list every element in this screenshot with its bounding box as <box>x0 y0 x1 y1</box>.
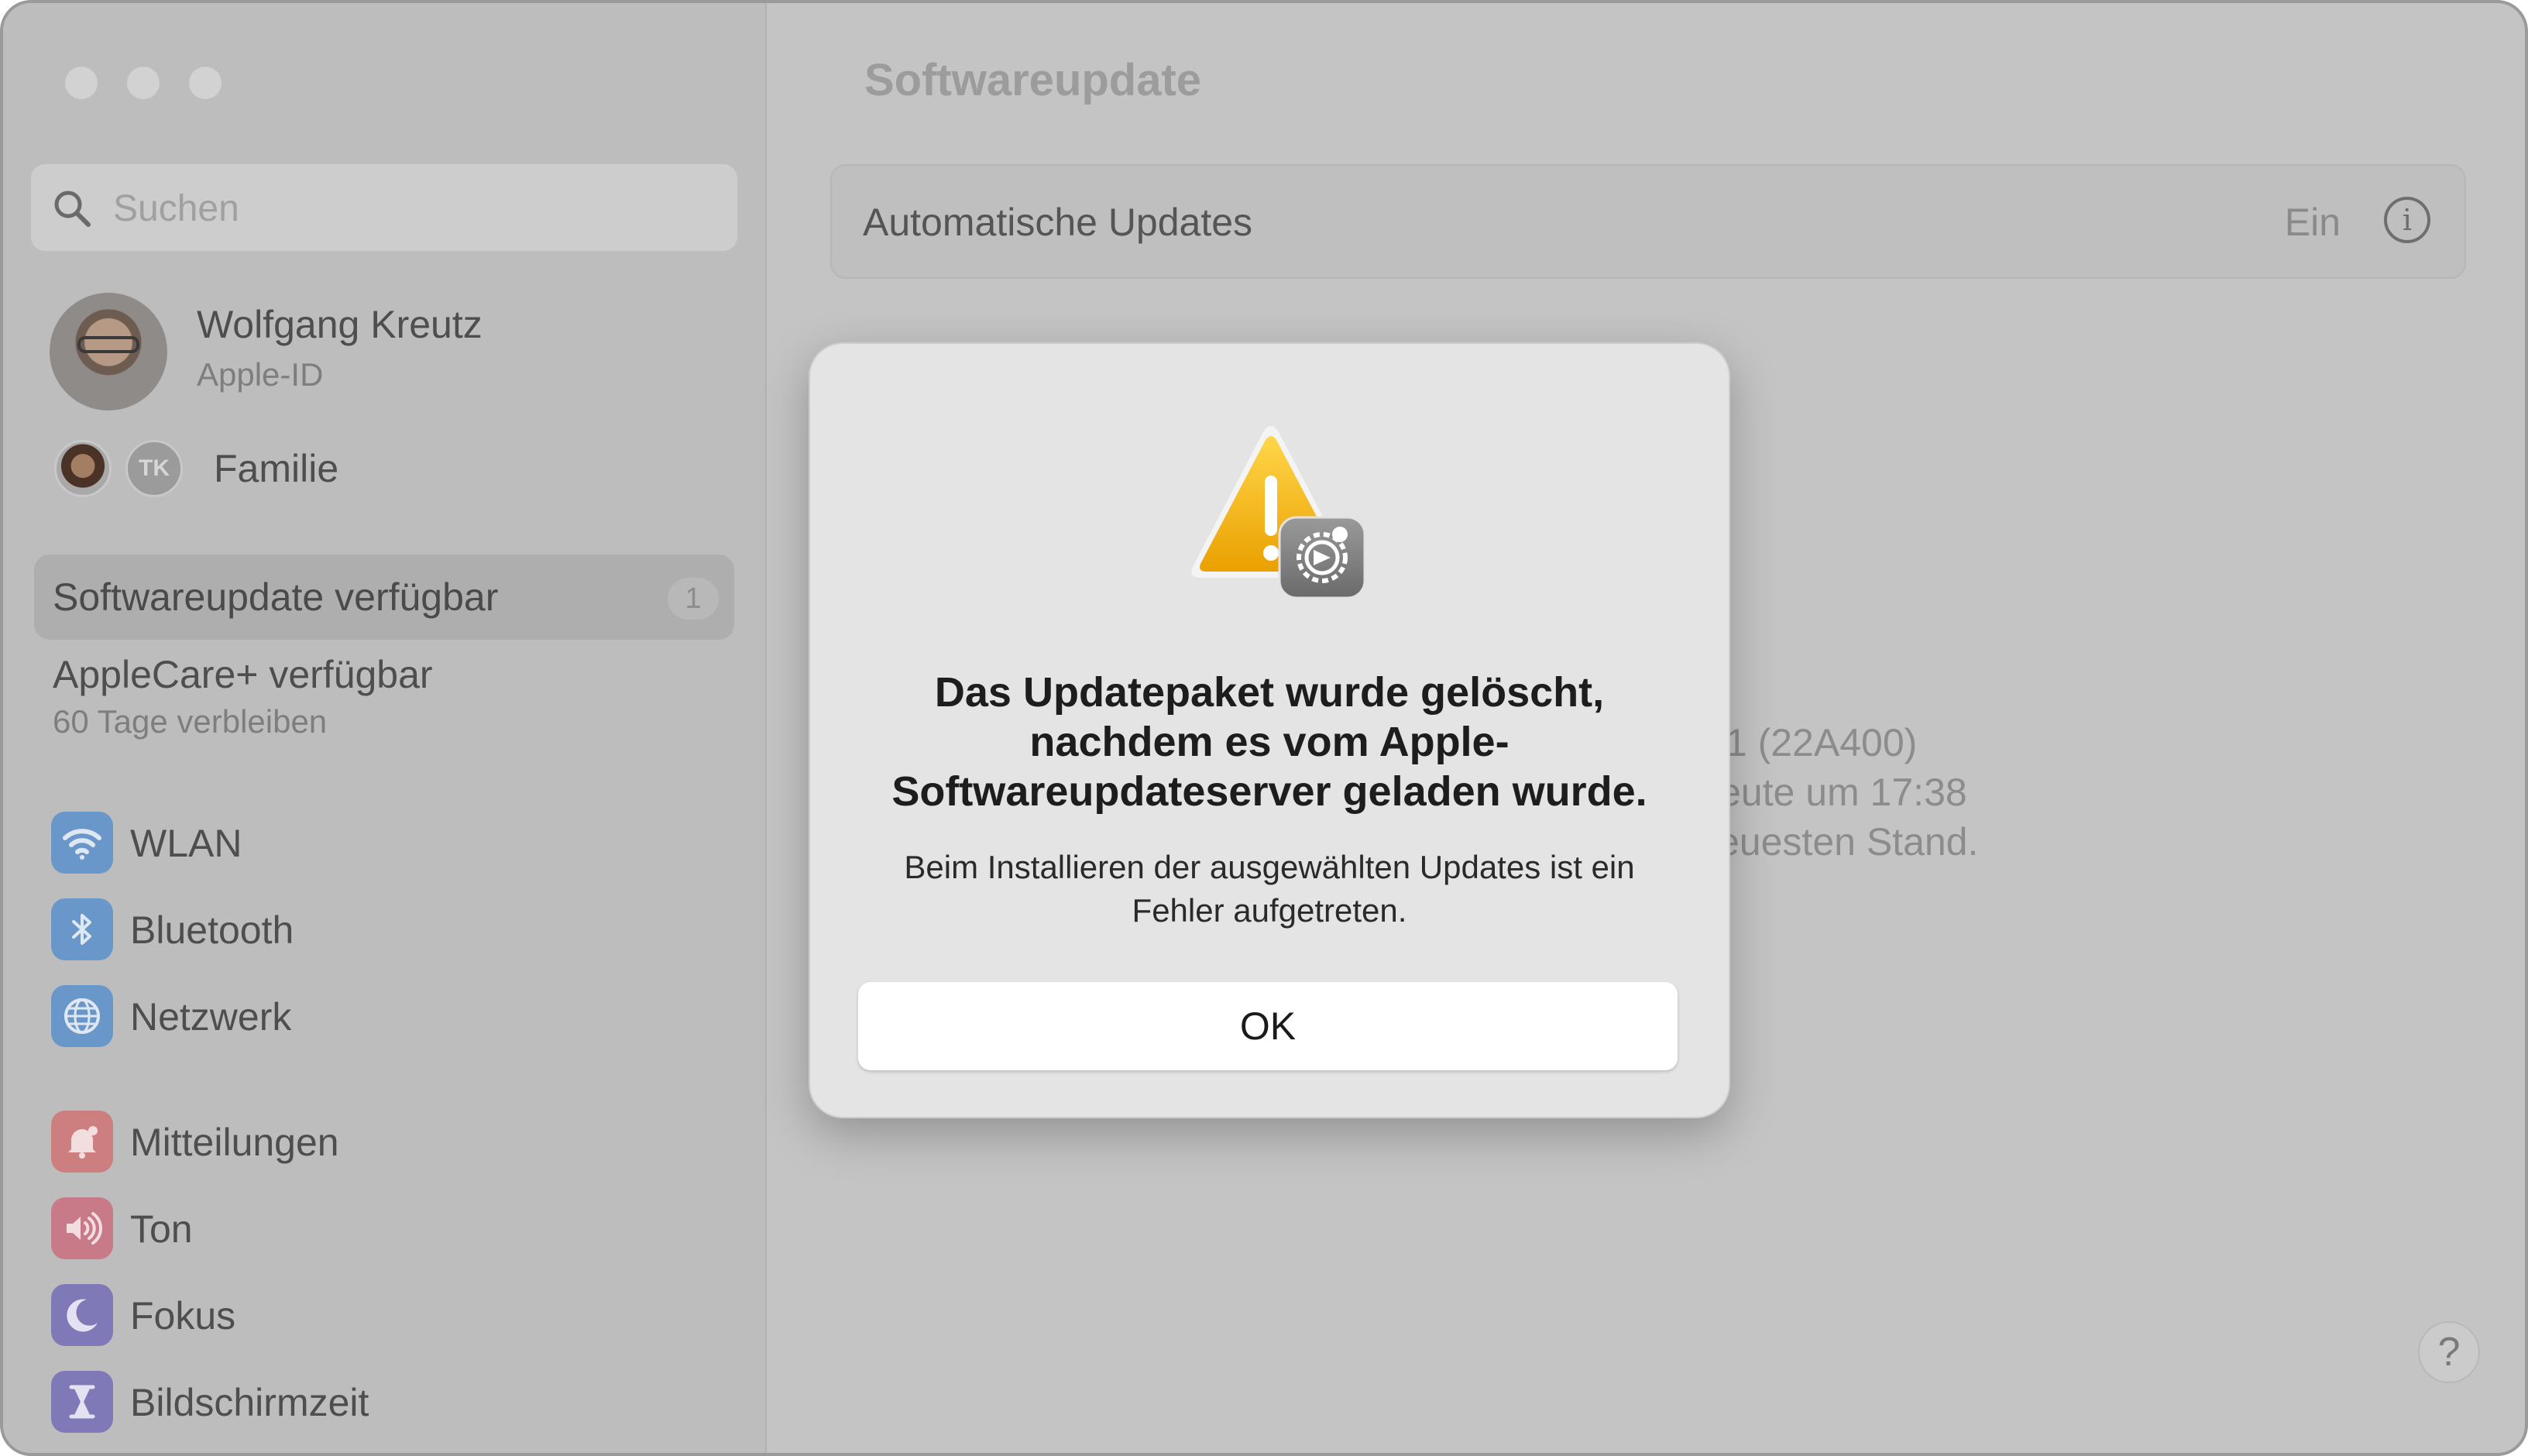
bluetooth-icon <box>51 898 113 960</box>
family-member-avatar <box>54 440 112 497</box>
search-icon <box>54 191 91 227</box>
hourglass-icon <box>51 1371 113 1433</box>
automatic-updates-label: Automatische Updates <box>863 201 1253 244</box>
profile-name: Wolfgang Kreutz <box>197 303 483 346</box>
family-item[interactable]: TK Familie <box>54 440 596 502</box>
sidebar-item-label: Bluetooth <box>130 908 294 952</box>
applecare-subtitle: 60 Tage verbleiben <box>53 703 328 740</box>
warning-icon <box>1191 426 1366 599</box>
wifi-icon <box>51 812 113 874</box>
help-button[interactable]: ? <box>2418 1321 2480 1383</box>
sidebar-item-bluetooth[interactable]: Bluetooth <box>51 898 733 963</box>
alert-message: Beim Installieren der ausgewählten Updat… <box>904 849 1635 929</box>
search-input[interactable] <box>112 178 719 239</box>
moon-icon <box>51 1284 113 1346</box>
minimize-window-button[interactable] <box>127 67 160 99</box>
family-label: Familie <box>214 447 339 490</box>
sidebar-item-applecare[interactable]: AppleCare+ verfügbar 60 Tage verbleiben <box>53 652 433 740</box>
sidebar-item-label: Fokus <box>130 1294 236 1338</box>
sidebar-item-label: Bildschirmzeit <box>130 1381 369 1424</box>
sidebar-item-bildschirmzeit[interactable]: Bildschirmzeit <box>51 1371 733 1436</box>
applecare-title: AppleCare+ verfügbar <box>53 653 433 696</box>
sidebar-item-wlan[interactable]: WLAN <box>51 812 733 877</box>
automatic-updates-row: Automatische Updates Ein i <box>830 164 2466 279</box>
profile-subtitle: Apple-ID <box>197 356 324 393</box>
sidebar-item-label: Ton <box>130 1207 193 1251</box>
sidebar-item-mitteilungen[interactable]: Mitteilungen <box>51 1111 733 1176</box>
ok-button[interactable]: OK <box>858 982 1678 1070</box>
speaker-icon <box>51 1197 113 1259</box>
automatic-updates-value: Ein <box>2284 201 2341 244</box>
bell-icon <box>51 1111 113 1173</box>
up-to-date-text: euesten Stand. <box>1718 820 1979 864</box>
version-text: .1 (22A400) <box>1715 721 1918 764</box>
sidebar-item-label: Softwareupdate verfügbar <box>53 575 499 619</box>
sidebar-item-label: WLAN <box>130 822 242 865</box>
sidebar-item-fokus[interactable]: Fokus <box>51 1284 733 1349</box>
apple-id-profile[interactable]: Wolfgang Kreutz Apple-ID <box>50 293 731 417</box>
avatar <box>50 293 167 410</box>
close-window-button[interactable] <box>65 67 98 99</box>
page-title: Softwareupdate <box>864 55 1202 105</box>
info-icon[interactable]: i <box>2384 197 2430 243</box>
sidebar-item-label: Netzwerk <box>130 995 292 1039</box>
zoom-window-button[interactable] <box>189 67 222 99</box>
sidebar-item-softwareupdate-available[interactable]: Softwareupdate verfügbar 1 <box>34 555 734 640</box>
search-field[interactable] <box>31 164 737 251</box>
sidebar: Wolfgang Kreutz Apple-ID TK Familie Soft… <box>3 3 767 1453</box>
alert-title: Das Updatepaket wurde gelöscht, nachdem … <box>891 669 1647 815</box>
count-badge: 1 <box>668 578 719 620</box>
error-alert-dialog: Das Updatepaket wurde gelöscht, nachdem … <box>809 342 1730 1118</box>
globe-icon <box>51 985 113 1047</box>
sidebar-item-ton[interactable]: Ton <box>51 1197 733 1262</box>
sidebar-item-netzwerk[interactable]: Netzwerk <box>51 985 733 1050</box>
system-settings-window: Wolfgang Kreutz Apple-ID TK Familie Soft… <box>0 0 2528 1456</box>
last-checked-text: eute um 17:38 <box>1719 771 1967 814</box>
family-member-initials-avatar: TK <box>125 440 183 497</box>
sidebar-item-label: Mitteilungen <box>130 1121 339 1164</box>
